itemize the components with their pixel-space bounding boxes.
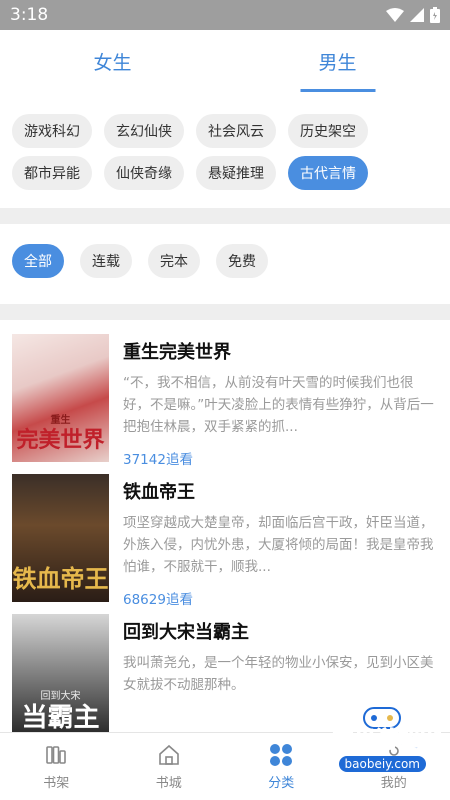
book-info: 铁血帝王 项坚穿越成大楚皇帝，却面临后宫干政，奸臣当道，外族入侵，内忧外患，大厦…	[123, 474, 438, 614]
nav-label: 分类	[268, 776, 295, 791]
category-chip[interactable]: 都市异能	[12, 156, 92, 190]
profile-icon	[381, 742, 407, 768]
book-title: 铁血帝王	[123, 482, 195, 503]
section-divider	[0, 208, 450, 224]
cover-title: 完美世界	[16, 427, 105, 453]
category-chip[interactable]: 玄幻仙侠	[104, 114, 184, 148]
category-chip[interactable]: 悬疑推理	[196, 156, 276, 190]
book-info: 重生完美世界 “不，我不相信，从前没有叶天雪的时候我们也很好，不是嘛。”叶天凌脸…	[123, 334, 438, 474]
nav-label: 书架	[43, 776, 70, 791]
category-chip[interactable]: 游戏科幻	[12, 114, 92, 148]
tab-female[interactable]: 女生	[0, 30, 225, 92]
filter-completed[interactable]: 完本	[148, 244, 200, 278]
nav-label: 我的	[380, 776, 407, 791]
book-follow-count: 68629追看	[123, 592, 193, 608]
category-chip[interactable]: 社会风云	[196, 114, 276, 148]
status-filter-row: 全部 连载 完本 免费	[0, 224, 450, 298]
book-list: 重生 完美世界 重生完美世界 “不，我不相信，从前没有叶天雪的时候我们也很好，不…	[0, 320, 450, 754]
book-cover: 回到大宋 当霸主	[12, 614, 109, 742]
category-chip-selected[interactable]: 古代言情	[288, 156, 368, 190]
book-title: 重生完美世界	[123, 342, 231, 363]
status-time: 3:18	[10, 5, 49, 25]
status-icons	[386, 7, 440, 23]
wifi-icon	[386, 8, 404, 22]
book-follow-count: 37142追看	[123, 452, 193, 468]
nav-label: 书城	[155, 776, 182, 791]
status-bar: 3:18	[0, 0, 450, 30]
nav-profile[interactable]: 我的	[338, 733, 450, 800]
cover-title: 铁血帝王	[12, 564, 109, 593]
nav-category[interactable]: 分类	[225, 733, 338, 800]
category-chip[interactable]: 历史架空	[288, 114, 368, 148]
signal-icon	[410, 8, 424, 22]
nav-bookstore[interactable]: 书城	[113, 733, 226, 800]
category-chip[interactable]: 仙侠奇缘	[104, 156, 184, 190]
book-description: “不，我不相信，从前没有叶天雪的时候我们也很好，不是嘛。”叶天凌脸上的表情有些狰…	[123, 375, 434, 435]
battery-icon	[430, 7, 440, 23]
bottom-nav: 书架 书城 分类 我的	[0, 732, 450, 800]
category-chip-grid: 游戏科幻 玄幻仙侠 社会风云 历史架空 都市异能 仙侠奇缘 悬疑推理 古代言情	[0, 92, 450, 200]
book-title: 回到大宋当霸主	[123, 622, 249, 643]
filter-all[interactable]: 全部	[12, 244, 64, 278]
book-cover: 重生 完美世界	[12, 334, 109, 462]
section-divider	[0, 304, 450, 320]
category-icon	[268, 742, 294, 768]
book-item[interactable]: 重生 完美世界 重生完美世界 “不，我不相信，从前没有叶天雪的时候我们也很好，不…	[12, 334, 438, 474]
book-description: 我叫萧尧允，是一个年轻的物业小保安，见到小区美女就拔不动腿那种。	[123, 655, 434, 693]
filter-free[interactable]: 免费	[216, 244, 268, 278]
nav-bookshelf[interactable]: 书架	[0, 733, 113, 800]
book-cover: 铁血帝王	[12, 474, 109, 602]
bookshelf-icon	[43, 742, 69, 768]
book-item[interactable]: 铁血帝王 铁血帝王 项坚穿越成大楚皇帝，却面临后宫干政，奸臣当道，外族入侵，内忧…	[12, 474, 438, 614]
tab-male[interactable]: 男生	[225, 30, 450, 92]
gender-tabs: 女生 男生	[0, 30, 450, 92]
cover-title: 当霸主	[21, 703, 100, 733]
home-icon	[156, 742, 182, 768]
filter-serializing[interactable]: 连载	[80, 244, 132, 278]
book-description: 项坚穿越成大楚皇帝，却面临后宫干政，奸臣当道，外族入侵，内忧外患，大厦将倾的局面…	[123, 515, 434, 575]
